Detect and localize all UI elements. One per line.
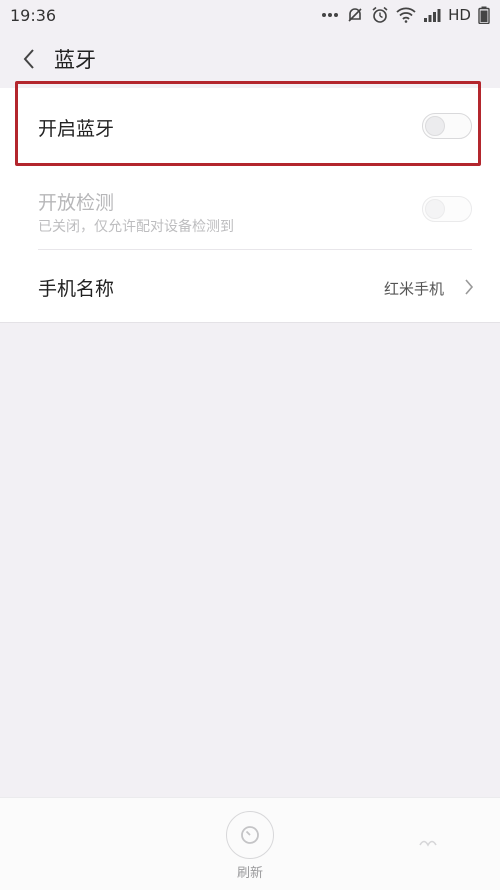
network-type: HD xyxy=(448,6,471,24)
mute-bell-icon xyxy=(346,6,364,24)
refresh-icon xyxy=(241,826,259,844)
device-name-value: 红米手机 xyxy=(383,280,444,298)
settings-list: 开启蓝牙 开放检测 已关闭，仅允许配对设备检测到 手机名称 红米手机 xyxy=(0,88,500,323)
wifi-icon xyxy=(396,7,416,23)
visibility-label: 开放检测 xyxy=(38,192,115,214)
bluetooth-switch[interactable] xyxy=(422,113,472,139)
switch-knob xyxy=(425,116,445,136)
bottom-bar: 刷新 xyxy=(0,797,500,890)
status-icons: HD xyxy=(321,6,490,24)
refresh-button[interactable] xyxy=(226,811,274,859)
more-dots-icon xyxy=(321,12,339,18)
bluetooth-label: 开启蓝牙 xyxy=(38,118,115,140)
battery-icon xyxy=(478,6,490,24)
visibility-switch[interactable] xyxy=(422,196,472,222)
chevron-left-icon xyxy=(23,49,34,69)
signal-icon xyxy=(423,8,441,22)
visibility-toggle-row[interactable]: 开放检测 已关闭，仅允许配对设备检测到 xyxy=(0,170,500,250)
status-bar: 19:36 HD xyxy=(0,0,500,30)
alarm-icon xyxy=(371,6,389,24)
visibility-subtitle: 已关闭，仅允许配对设备检测到 xyxy=(38,219,234,235)
page-header: 蓝牙 xyxy=(0,30,500,88)
bluetooth-toggle-row[interactable]: 开启蓝牙 xyxy=(0,88,500,166)
switch-knob xyxy=(425,199,445,219)
refresh-label: 刷新 xyxy=(236,866,263,881)
device-name-label: 手机名称 xyxy=(38,278,115,300)
device-name-row[interactable]: 手机名称 红米手机 xyxy=(0,250,500,322)
page-title: 蓝牙 xyxy=(54,48,96,72)
status-time: 19:36 xyxy=(10,5,57,25)
back-button[interactable] xyxy=(14,39,44,79)
more-icon[interactable] xyxy=(418,832,438,851)
chevron-right-icon xyxy=(464,278,474,300)
